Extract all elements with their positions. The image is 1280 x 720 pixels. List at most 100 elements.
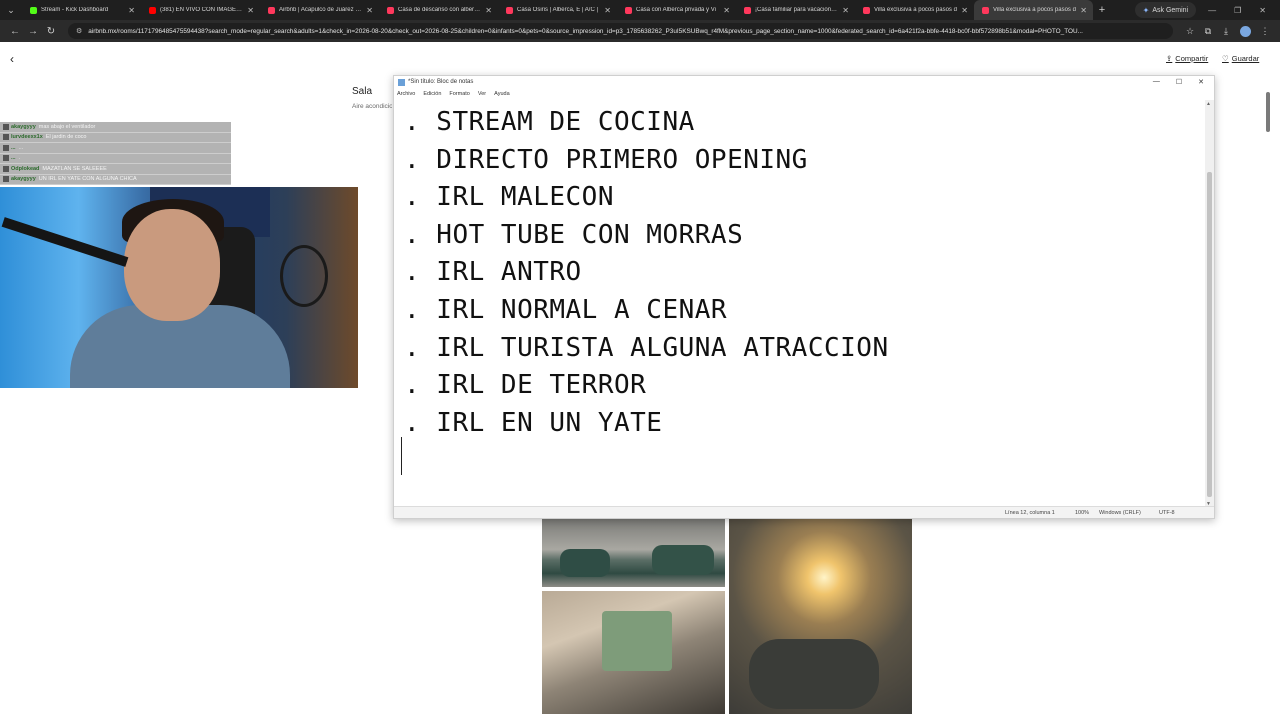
chat-message: akaygyyy mas abajo el ventilador (0, 122, 231, 133)
reload-icon[interactable]: ↻ (42, 26, 60, 37)
tab-title: Villa exclusiva a pocos pasos d (993, 7, 1076, 13)
page-back-chevron-icon[interactable]: ‹ (10, 52, 14, 66)
tab-favicon-icon (30, 6, 37, 14)
chat-message: lurvdeexx1x El jardin de coco (0, 132, 231, 143)
notepad-menu-item[interactable]: Ver (478, 91, 486, 97)
tab-title: Casa Osiris | Alberca, E | A/C | (517, 7, 599, 13)
chat-username: lurvdeexx1x (11, 134, 43, 141)
chat-badge-icon (3, 176, 9, 183)
tab-close-icon[interactable]: ✕ (485, 6, 492, 15)
page-scrollbar[interactable] (1266, 92, 1270, 132)
notepad-scrollbar[interactable]: ▲ ▼ (1205, 100, 1214, 508)
tab-close-icon[interactable]: ✕ (723, 6, 730, 15)
browser-tab[interactable]: Villa exclusiva a pocos pasos d ✕ (855, 0, 974, 20)
notepad-titlebar[interactable]: *Sin título: Bloc de notas — ☐ ✕ (394, 76, 1214, 88)
tab-title: Villa exclusiva a pocos pasos d (874, 7, 957, 13)
tab-title: (381) EN VIVO CON IMAGEN: C (160, 7, 244, 13)
share-label: Compartir (1175, 54, 1209, 63)
cursor-position: Línea 12, columna 1 (1005, 510, 1055, 516)
chat-username: akaygyyy (11, 176, 36, 183)
chat-message: ... . (0, 153, 231, 164)
close-window-icon[interactable]: ✕ (1259, 6, 1266, 15)
browser-tab[interactable]: (381) EN VIVO CON IMAGEN: C ✕ (141, 0, 260, 20)
browser-tab[interactable]: ¡Casa familiar para vacacionar c ✕ (736, 0, 855, 20)
ask-gemini-button[interactable]: ✦ Ask Gemini (1134, 2, 1197, 18)
restore-icon[interactable]: ❐ (1234, 6, 1241, 15)
zoom-level: 100% (1075, 510, 1090, 516)
browser-tab[interactable]: Airbnb | Acapulco de Juárez - A ✕ (260, 0, 379, 20)
notepad-menu-item[interactable]: Formato (449, 91, 469, 97)
browser-tab[interactable]: Villa exclusiva a pocos pasos d ✕ (974, 0, 1093, 20)
back-arrow-icon[interactable]: ← (6, 26, 24, 37)
chat-text: . (18, 155, 21, 162)
notepad-text-line: . STREAM DE COCINA (404, 107, 695, 137)
chat-text: ... (18, 144, 24, 151)
line-ending: Windows (CRLF) (1099, 510, 1141, 516)
chat-text: El jardin de coco (45, 134, 87, 141)
notepad-title: *Sin título: Bloc de notas (408, 79, 474, 85)
chat-text: mas abajo el ventilador (38, 123, 96, 130)
tab-close-icon[interactable]: ✕ (1080, 6, 1087, 15)
share-button[interactable]: ⇪ Compartir (1166, 54, 1208, 63)
room-photo-living[interactable] (542, 519, 725, 587)
chat-message: Odplokead MAZATLAN SE SALEEEE (0, 164, 231, 175)
browser-tab[interactable]: Casa de descanso con alberca! ✕ (379, 0, 498, 20)
tab-favicon-icon (149, 6, 156, 14)
notepad-scroll-thumb[interactable] (1207, 172, 1212, 497)
tab-close-icon[interactable]: ✕ (247, 6, 254, 15)
notepad-text-line: . IRL EN UN YATE (404, 407, 663, 438)
notepad-maximize-icon[interactable]: ☐ (1176, 78, 1182, 86)
save-button[interactable]: ♡ Guardar (1222, 54, 1259, 63)
heart-icon: ♡ (1222, 54, 1229, 63)
notepad-window[interactable]: *Sin título: Bloc de notas — ☐ ✕ Archivo… (393, 75, 1215, 519)
tab-title: Casa de descanso con alberca! (398, 7, 482, 13)
screen: { "browser": { "tabs": [ {"title": "Stre… (0, 0, 1280, 720)
browser-toolbar: ← → ↻ ⚙ airbnb.mx/rooms/1171796485475594… (0, 20, 1280, 42)
tab-close-icon[interactable]: ✕ (366, 6, 373, 15)
tab-favicon-icon (744, 6, 751, 14)
notepad-close-icon[interactable]: ✕ (1198, 78, 1204, 86)
address-bar[interactable]: ⚙ airbnb.mx/rooms/1171796485475594438?se… (68, 23, 1173, 39)
tab-close-icon[interactable]: ✕ (604, 6, 611, 15)
minimize-icon[interactable]: — (1208, 6, 1216, 15)
notepad-text-line: . IRL MALECON (404, 182, 614, 213)
chat-badge-icon (3, 144, 9, 151)
notepad-menu-item[interactable]: Archivo (397, 91, 415, 97)
notepad-text-line: . IRL DE TERROR (404, 370, 647, 401)
tab-favicon-icon (863, 6, 870, 14)
tab-close-icon[interactable]: ✕ (842, 6, 849, 15)
download-icon[interactable]: ⤓ (1217, 26, 1235, 37)
notepad-text-line: . HOT TUBE CON MORRAS (404, 219, 744, 250)
room-photo-sunlight[interactable] (729, 519, 912, 714)
chat-username: ... (11, 155, 16, 162)
tab-close-icon[interactable]: ✕ (961, 6, 968, 15)
browser-menu-icon[interactable]: ⋮ (1256, 26, 1274, 37)
tab-search-icon[interactable]: ⌄ (0, 0, 22, 20)
profile-avatar[interactable] (1240, 25, 1251, 37)
scroll-up-icon[interactable]: ▲ (1206, 101, 1211, 107)
chat-badge-icon (3, 134, 9, 141)
notepad-text-line: . IRL ANTRO (404, 257, 582, 288)
chat-text: UN IRL EN YATE CON ALGUNA CHICA (38, 176, 137, 183)
room-photo-window[interactable] (542, 591, 725, 714)
tab-favicon-icon (506, 6, 513, 14)
notepad-statusbar: Línea 12, columna 1 100% Windows (CRLF) … (394, 506, 1214, 518)
new-tab-button[interactable]: + (1093, 4, 1111, 16)
tab-close-icon[interactable]: ✕ (128, 6, 135, 15)
forward-arrow-icon[interactable]: → (24, 26, 42, 37)
browser-tab[interactable]: Casa Osiris | Alberca, E | A/C | ✕ (498, 0, 617, 20)
browser-tab[interactable]: Casa con Alberca privada y Vi ✕ (617, 0, 736, 20)
browser-tab-strip: ⌄ Stream - Kick Dashboard ✕ (381) EN VIVO … (0, 0, 1280, 20)
notepad-text-line: . IRL TURISTA ALGUNA ATRACCION (404, 332, 889, 363)
webcam-detail (1, 217, 129, 267)
tab-favicon-icon (268, 6, 275, 14)
notepad-menu-item[interactable]: Edición (423, 91, 441, 97)
notepad-minimize-icon[interactable]: — (1153, 78, 1160, 86)
site-info-icon[interactable]: ⚙ (76, 27, 82, 35)
bookmark-star-icon[interactable]: ☆ (1181, 26, 1199, 37)
notepad-menu-item[interactable]: Ayuda (494, 91, 510, 97)
notepad-text-area[interactable]: . STREAM DE COCINA . DIRECTO PRIMERO OPEN… (394, 100, 1206, 508)
extensions-icon[interactable]: ⧉ (1199, 26, 1217, 37)
photo-detail (560, 549, 610, 577)
browser-tab[interactable]: Stream - Kick Dashboard ✕ (22, 0, 141, 20)
